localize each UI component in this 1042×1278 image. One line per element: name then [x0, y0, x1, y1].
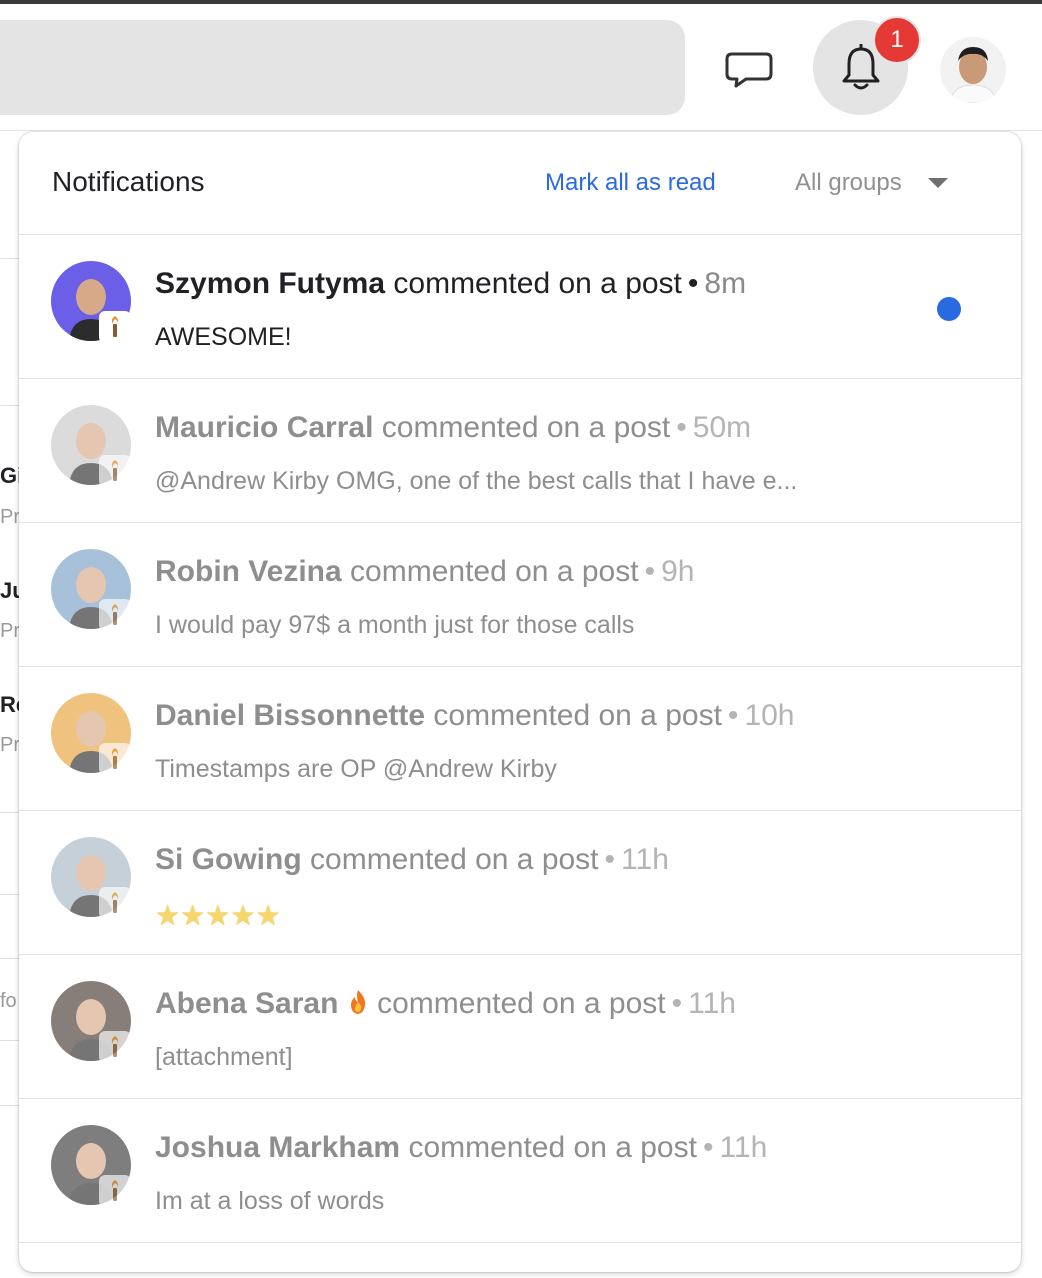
notification-item[interactable]: Mauricio Carral commented on a post • 50m @… — [19, 379, 1021, 523]
torch-icon — [111, 892, 119, 913]
notification-time: 10h — [744, 699, 795, 732]
bg-text-fragment: fo — [0, 990, 17, 1012]
separator-dot: • — [727, 699, 739, 732]
notification-time: 8m — [704, 267, 747, 300]
commenter-name[interactable]: Joshua Markham — [155, 1131, 400, 1164]
separator-dot: • — [676, 411, 687, 444]
notification-count-badge: 1 — [873, 16, 921, 64]
torch-icon — [111, 1036, 119, 1057]
torch-icon — [111, 604, 119, 625]
notification-item[interactable]: Abena Saran commented on a post • 11h [atta… — [19, 955, 1021, 1099]
bg-text-fragment: Pr — [0, 734, 20, 756]
caret-down-icon — [927, 178, 948, 188]
panel-header: Notifications Mark all as read All group… — [19, 132, 1021, 235]
bg-text-fragment: Pr — [0, 620, 20, 642]
notification-time: 9h — [661, 555, 695, 588]
notification-snippet: AWESOME! — [155, 323, 292, 351]
chat-bubble-icon — [725, 52, 773, 88]
notification-action: commented on a post — [310, 843, 599, 876]
torch-icon — [111, 316, 119, 337]
notification-headline: Daniel Bissonnette commented on a post • 1… — [155, 699, 795, 733]
notification-snippet: [attachment] — [155, 1043, 293, 1071]
separator-dot: • — [671, 987, 683, 1020]
notification-item[interactable]: Joshua Markham commented on a post • 11h Im… — [19, 1099, 1021, 1243]
separator-dot: • — [644, 555, 656, 588]
notification-action: commented on a post — [350, 555, 639, 588]
group-badge — [99, 1031, 131, 1063]
window-top-border — [0, 0, 1042, 4]
torch-icon — [111, 748, 119, 769]
torch-icon — [111, 1180, 119, 1201]
notification-action: commented on a post — [377, 987, 666, 1020]
fire-icon — [350, 990, 365, 1014]
panel-title: Notifications — [52, 166, 205, 197]
separator-dot: • — [604, 843, 616, 876]
commenter-name[interactable]: Si Gowing — [155, 843, 302, 876]
notification-headline: Abena Saran commented on a post • 11h — [155, 987, 736, 1021]
notification-headline: Szymon Futyma commented on a post • 8m — [155, 267, 746, 301]
star-icon: ★ — [180, 900, 206, 931]
group-filter-label: All groups — [795, 169, 902, 196]
notification-action: commented on a post — [408, 1131, 697, 1164]
star-icon: ★ — [255, 900, 281, 931]
notification-item[interactable]: Daniel Bissonnette commented on a post • 1… — [19, 667, 1021, 811]
notification-action: commented on a post — [381, 411, 671, 444]
notification-snippet: Im at a loss of words — [155, 1187, 385, 1215]
header-divider — [0, 130, 1042, 131]
notifications-panel: Notifications Mark all as read All group… — [19, 132, 1021, 1272]
notification-headline: Joshua Markham commented on a post • 11h — [155, 1131, 767, 1165]
separator-dot: • — [702, 1131, 714, 1164]
notification-headline: Mauricio Carral commented on a post • 50m — [155, 411, 751, 445]
group-filter-dropdown[interactable]: All groups — [795, 169, 948, 197]
notification-item[interactable]: Szymon Futyma commented on a post • 8m AWES… — [19, 235, 1021, 379]
notification-headline: Robin Vezina commented on a post • 9h — [155, 555, 694, 589]
group-badge — [99, 1175, 131, 1207]
notification-time: 50m — [692, 411, 752, 444]
commenter-name[interactable]: Daniel Bissonnette — [155, 699, 425, 732]
commenter-name[interactable]: Mauricio Carral — [155, 411, 373, 444]
separator-dot: • — [687, 267, 699, 300]
notification-time: 11h — [688, 987, 736, 1020]
chat-button[interactable] — [718, 40, 780, 100]
star-icon: ★ — [205, 900, 231, 931]
notification-action: commented on a post — [393, 267, 682, 300]
notification-item[interactable]: Si Gowing commented on a post • 11h ★ ★ ★ ★ ★ — [19, 811, 1021, 955]
group-badge — [99, 743, 131, 775]
star-rating: ★ ★ ★ ★ ★ — [155, 899, 281, 932]
commenter-name[interactable]: Robin Vezina — [155, 555, 342, 588]
notification-action: commented on a post — [433, 699, 722, 732]
star-icon: ★ — [230, 900, 256, 931]
commenter-name[interactable]: Szymon Futyma — [155, 267, 385, 300]
notification-snippet: Timestamps are OP @Andrew Kirby — [155, 755, 557, 783]
star-icon: ★ — [155, 900, 181, 931]
notification-snippet: ★ ★ ★ ★ ★ — [155, 899, 281, 932]
notification-list: Szymon Futyma commented on a post • 8m AWES… — [19, 235, 1021, 1243]
notification-snippet: @Andrew Kirby OMG, one of the best calls… — [155, 467, 798, 495]
torch-icon — [111, 460, 119, 481]
group-badge — [99, 311, 131, 343]
user-avatar[interactable] — [940, 37, 1006, 103]
group-badge — [99, 887, 131, 919]
notification-time: 11h — [719, 1131, 768, 1164]
bg-text-fragment: Pr — [0, 506, 20, 528]
unread-indicator — [937, 297, 961, 321]
search-input[interactable] — [0, 20, 685, 115]
notification-item[interactable]: Robin Vezina commented on a post • 9h I wou… — [19, 523, 1021, 667]
commenter-name[interactable]: Abena Saran — [155, 987, 338, 1020]
group-badge — [99, 599, 131, 631]
notification-headline: Si Gowing commented on a post • 11h — [155, 843, 669, 877]
notification-snippet: I would pay 97$ a month just for those c… — [155, 611, 635, 639]
notification-time: 11h — [621, 843, 669, 876]
mark-all-read-button[interactable]: Mark all as read — [545, 169, 716, 197]
group-badge — [99, 455, 131, 487]
